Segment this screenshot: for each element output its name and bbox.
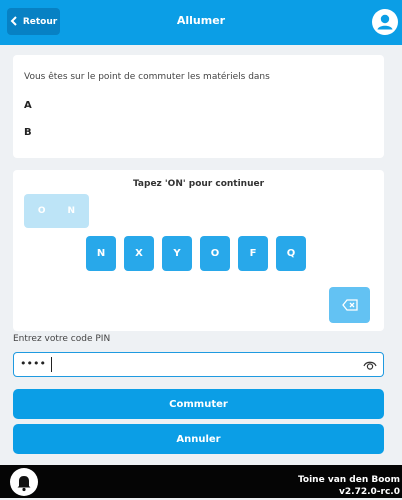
equipment-item: B xyxy=(24,127,32,138)
app-version: v2.72.0-rc.0 xyxy=(339,487,400,497)
key-f[interactable]: F xyxy=(238,236,268,271)
pin-label: Entrez votre code PIN xyxy=(13,334,111,344)
summary-intro: Vous êtes sur le point de commuter les m… xyxy=(24,72,270,82)
switch-summary-card: Vous êtes sur le point de commuter les m… xyxy=(13,55,384,158)
key-x[interactable]: X xyxy=(124,236,154,271)
bell-icon xyxy=(17,476,31,492)
pin-input[interactable]: •••• xyxy=(13,352,384,377)
confirm-card: Tapez 'ON' pour continuer O N N X Y O F … xyxy=(13,170,384,331)
key-o[interactable]: O xyxy=(200,236,230,271)
app-header: Retour Allumer xyxy=(0,0,402,45)
page-title: Allumer xyxy=(176,14,226,27)
key-n[interactable]: N xyxy=(86,236,116,271)
typed-letter: N xyxy=(67,206,76,216)
notifications-button[interactable] xyxy=(10,468,38,496)
equipment-item: A xyxy=(24,100,32,111)
key-y[interactable]: Y xyxy=(162,236,192,271)
user-menu-button[interactable] xyxy=(372,9,398,35)
cancel-button[interactable]: Annuler xyxy=(13,424,384,454)
backspace-icon xyxy=(341,299,358,311)
app-footer: Toine van den Boom v2.72.0-rc.0 xyxy=(0,465,402,498)
backspace-button[interactable] xyxy=(329,287,370,323)
typed-code-display: O N xyxy=(24,194,89,228)
user-icon xyxy=(377,14,393,30)
key-q[interactable]: Q xyxy=(276,236,306,271)
text-caret xyxy=(51,357,52,372)
commute-button[interactable]: Commuter xyxy=(13,389,384,419)
confirm-prompt: Tapez 'ON' pour continuer xyxy=(132,179,265,189)
pin-value: •••• xyxy=(20,357,46,370)
eye-icon[interactable] xyxy=(363,359,377,371)
typed-letter: O xyxy=(37,206,46,216)
user-name: Toine van den Boom xyxy=(297,475,400,485)
